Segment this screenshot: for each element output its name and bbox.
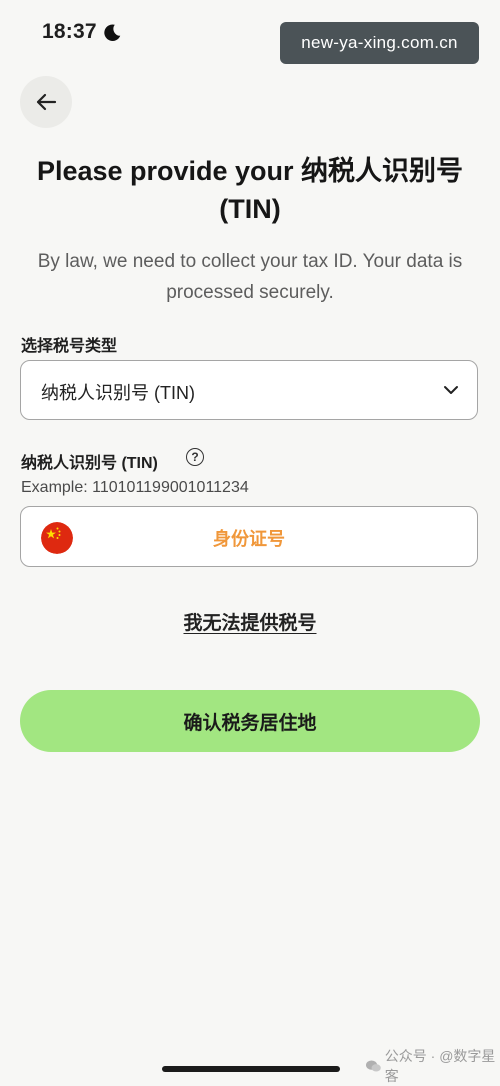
back-button[interactable] — [20, 76, 72, 128]
page-title: Please provide your 纳税人识别号 (TIN) — [36, 156, 464, 224]
tin-input-value: 身份证号 — [213, 529, 285, 549]
watermark-text: 公众号 · @数字星客 — [384, 1048, 496, 1084]
status-time: 18:37 — [42, 20, 97, 43]
wechat-icon — [366, 1060, 381, 1072]
moon-icon — [104, 24, 121, 41]
question-circle-icon[interactable]: ? — [186, 448, 204, 466]
home-indicator[interactable] — [162, 1066, 340, 1072]
watermark: 公众号 · @数字星客 — [366, 1046, 500, 1086]
url-watermark-badge: new-ya-xing.com.cn — [280, 22, 479, 64]
tax-type-selected-value: 纳税人识别号 (TIN) — [41, 383, 195, 403]
tax-type-select[interactable]: 纳税人识别号 (TIN) — [20, 360, 478, 420]
chevron-down-icon — [444, 386, 458, 394]
tin-example: Example: 110101199001011234 — [21, 479, 249, 496]
page-subtitle: By law, we need to collect your tax ID. … — [37, 251, 463, 303]
tax-type-label: 选择税号类型 — [21, 338, 118, 355]
tin-input[interactable]: 身份证号 — [20, 506, 478, 567]
tin-label: 纳税人识别号 (TIN) — [21, 455, 158, 472]
arrow-left-icon — [36, 93, 57, 111]
status-bar: 18:37 new-ya-xing.com.cn — [0, 0, 500, 64]
confirm-tax-residence-button[interactable]: 确认税务居住地 — [20, 690, 480, 752]
cannot-provide-tin-link[interactable]: 我无法提供税号 — [0, 608, 500, 635]
